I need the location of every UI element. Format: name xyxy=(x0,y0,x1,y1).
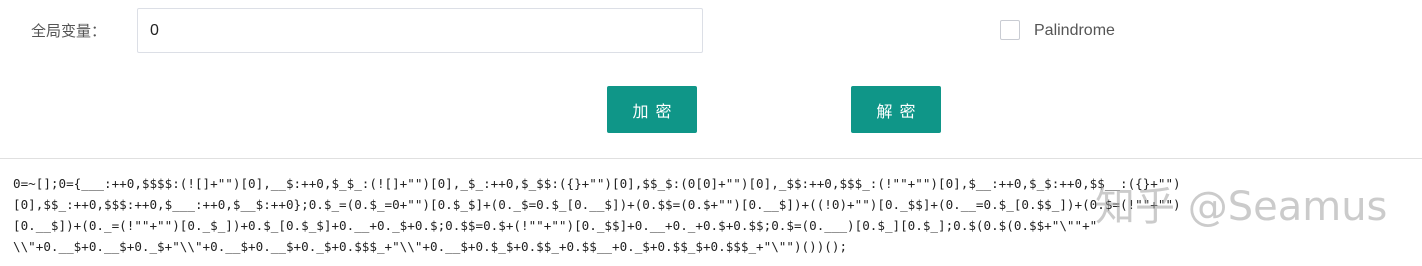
palindrome-label[interactable]: Palindrome xyxy=(1034,20,1115,42)
output-line: \\"+0.__$+0.__$+0._$+"\\"+0.__$+0.__$+0.… xyxy=(13,239,848,254)
encoded-output: 0=~[];0={___:++0,$$$$:(![]+"")[0],__$:++… xyxy=(13,173,1413,257)
decrypt-button[interactable]: 解密 xyxy=(851,86,941,133)
encoder-page: 全局变量： Palindrome 加密 解密 0=~[];0={___:++0,… xyxy=(0,0,1422,266)
output-line: [0],$$_:++0,$$$:++0,$___:++0,$__$:++0};0… xyxy=(13,197,1181,212)
palindrome-checkbox[interactable] xyxy=(1000,20,1020,40)
divider xyxy=(0,158,1422,159)
output-line: 0=~[];0={___:++0,$$$$:(![]+"")[0],__$:++… xyxy=(13,176,1181,191)
output-line: [0.__$])+(0._=(!""+"")[0._$_])+0.$_[0.$_… xyxy=(13,218,1098,233)
global-variable-label: 全局变量： xyxy=(31,22,107,40)
global-variable-input[interactable] xyxy=(137,8,703,53)
encrypt-button[interactable]: 加密 xyxy=(607,86,697,133)
